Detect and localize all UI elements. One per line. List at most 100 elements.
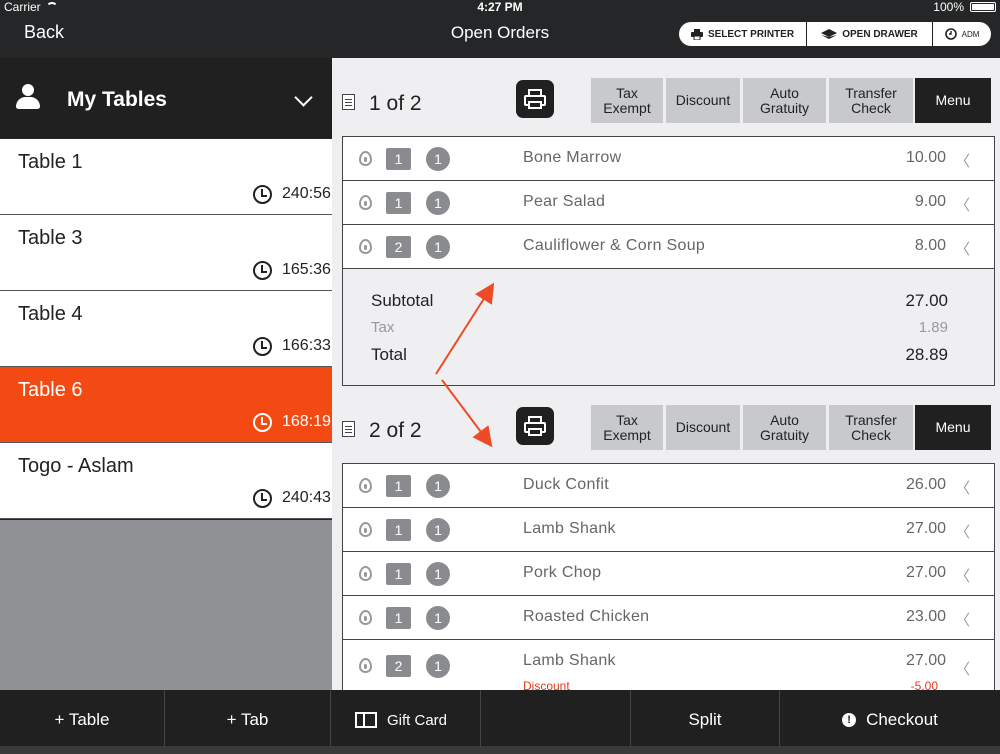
adm-button[interactable]: ADM (933, 22, 991, 46)
clock-icon (944, 28, 957, 40)
order-item-row[interactable]: 2 1 Lamb Shank 27.00 〈 Discount -5.00 (343, 640, 994, 690)
quantity-badge: 1 (426, 562, 450, 586)
item-price: 27.00 (905, 520, 946, 537)
fire-icon[interactable] (359, 566, 372, 581)
table-time: 165:36 (282, 261, 331, 278)
table-row[interactable]: Table 3 165:36 (0, 215, 332, 291)
fire-icon[interactable] (359, 151, 372, 166)
item-name: Duck Confit (523, 476, 609, 493)
device-button-group: SELECT PRINTER OPEN DRAWER ADM (679, 22, 991, 46)
chevron-left-icon[interactable]: 〈 (955, 150, 970, 171)
check-number: 2 of 2 (369, 419, 422, 442)
drawer-icon (821, 29, 838, 39)
clock-icon (253, 413, 272, 432)
auto-gratuity-button[interactable]: Auto Gratuity (743, 78, 826, 123)
checkout-label: Checkout (866, 710, 938, 729)
chevron-left-icon[interactable]: 〈 (955, 609, 970, 630)
chevron-left-icon[interactable]: 〈 (955, 194, 970, 215)
check-number: 1 of 2 (369, 92, 422, 115)
table-row-selected[interactable]: Table 6 168:19 (0, 367, 332, 443)
order-item-row[interactable]: 1 1 Duck Confit 26.00 〈 (343, 464, 994, 508)
check-totals: Subtotal 27.00 Tax 1.89 Total 28.89 (343, 269, 994, 385)
info-icon: ! (842, 713, 857, 727)
checkout-button[interactable]: ! Checkout (780, 690, 1000, 750)
fire-icon[interactable] (359, 658, 372, 673)
order-item-row[interactable]: 1 1 Pork Chop 27.00 〈 (343, 552, 994, 596)
seat-badge: 1 (386, 563, 411, 585)
document-icon (342, 94, 355, 110)
item-name: Roasted Chicken (523, 608, 650, 625)
open-drawer-button[interactable]: OPEN DRAWER (807, 22, 933, 46)
battery-percent: 100% (933, 0, 964, 14)
clock-icon (253, 185, 272, 204)
order-item-row[interactable]: 1 1 Bone Marrow 10.00 〈 (343, 137, 994, 181)
fire-icon[interactable] (359, 239, 372, 254)
clock-icon (253, 261, 272, 280)
check-header: 2 of 2 Tax Exempt Discount Auto Gratuity T… (332, 385, 1000, 450)
item-name: Cauliflower & Corn Soup (523, 237, 706, 254)
check-items-list: 1 1 Duck Confit 26.00 〈 1 1 Lamb Shank 2… (342, 463, 995, 690)
order-item-row[interactable]: 1 1 Lamb Shank 27.00 〈 (343, 508, 994, 552)
bottom-edge (0, 746, 1000, 754)
item-name: Pork Chop (523, 564, 602, 581)
empty-bottom-slot (481, 690, 631, 750)
subtotal-label: Subtotal (371, 291, 434, 310)
seat-badge: 1 (386, 475, 411, 497)
order-item-row[interactable]: 2 1 Cauliflower & Corn Soup 8.00 〈 (343, 225, 994, 269)
seat-badge: 2 (386, 655, 411, 677)
select-printer-label: SELECT PRINTER (707, 28, 795, 40)
table-time: 240:56 (282, 185, 331, 202)
table-name: Table 3 (18, 227, 83, 249)
add-table-button[interactable]: + Table (0, 690, 165, 750)
check-items-list: 1 1 Bone Marrow 10.00 〈 1 1 Pear Salad 9… (342, 136, 995, 386)
auto-gratuity-button[interactable]: Auto Gratuity (743, 405, 826, 450)
add-tab-button[interactable]: + Tab (165, 690, 331, 750)
table-row[interactable]: Table 4 166:33 (0, 291, 332, 367)
menu-button[interactable]: Menu (915, 78, 991, 123)
discount-button[interactable]: Discount (666, 78, 740, 123)
checks-panel: 1 of 2 Tax Exempt Discount Auto Gratuity T… (332, 58, 1000, 690)
table-row[interactable]: Table 1 240:56 (0, 139, 332, 215)
tax-exempt-button[interactable]: Tax Exempt (591, 405, 663, 450)
fire-icon[interactable] (359, 195, 372, 210)
transfer-check-button[interactable]: Transfer Check (829, 78, 913, 123)
chevron-left-icon[interactable]: 〈 (955, 477, 970, 498)
menu-button[interactable]: Menu (915, 405, 991, 450)
item-price: 10.00 (905, 149, 946, 166)
fire-icon[interactable] (359, 522, 372, 537)
add-tab-label: + Tab (226, 710, 269, 729)
check-header: 1 of 2 Tax Exempt Discount Auto Gratuity T… (332, 58, 1000, 123)
chevron-left-icon[interactable]: 〈 (955, 658, 970, 679)
discount-label: Discount (523, 679, 570, 690)
quantity-badge: 1 (426, 235, 450, 259)
fire-icon[interactable] (359, 478, 372, 493)
quantity-badge: 1 (426, 518, 450, 542)
order-item-row[interactable]: 1 1 Roasted Chicken 23.00 〈 (343, 596, 994, 640)
print-check-button[interactable] (516, 80, 554, 118)
item-name: Lamb Shank (523, 652, 616, 669)
chevron-left-icon[interactable]: 〈 (955, 238, 970, 259)
split-button[interactable]: Split (631, 690, 780, 750)
table-name: Table 6 (18, 379, 83, 401)
select-printer-button[interactable]: SELECT PRINTER (679, 22, 807, 46)
item-price: 27.00 (905, 652, 946, 669)
item-name: Lamb Shank (523, 520, 616, 537)
status-bar: Carrier 4:27 PM 100% (0, 0, 1000, 14)
split-label: Split (688, 710, 722, 729)
table-time: 168:19 (282, 413, 331, 430)
print-check-button[interactable] (516, 407, 554, 445)
transfer-check-button[interactable]: Transfer Check (829, 405, 913, 450)
tax-exempt-button[interactable]: Tax Exempt (591, 78, 663, 123)
quantity-badge: 1 (426, 191, 450, 215)
table-row[interactable]: Togo - Aslam 240:43 (0, 443, 332, 519)
chevron-left-icon[interactable]: 〈 (955, 565, 970, 586)
quantity-badge: 1 (426, 606, 450, 630)
chevron-left-icon[interactable]: 〈 (955, 521, 970, 542)
fire-icon[interactable] (359, 610, 372, 625)
item-price: 9.00 (914, 193, 946, 210)
seat-badge: 1 (386, 148, 411, 170)
gift-card-button[interactable]: Gift Card (331, 690, 481, 750)
item-price: 26.00 (905, 476, 946, 493)
order-item-row[interactable]: 1 1 Pear Salad 9.00 〈 (343, 181, 994, 225)
discount-button[interactable]: Discount (666, 405, 740, 450)
